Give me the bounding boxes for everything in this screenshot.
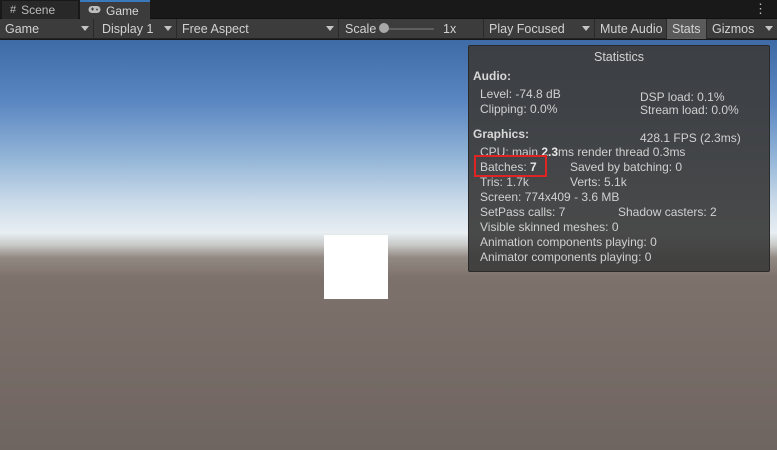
- audio-clipping: Clipping: 0.0%: [480, 102, 558, 116]
- fps-readout: 428.1 FPS (2.3ms): [640, 131, 741, 145]
- game-toolbar: Game Display 1 Free Aspect Scale 1x Play…: [0, 19, 777, 39]
- stream-load: Stream load: 0.0%: [640, 103, 739, 117]
- stats-toggle[interactable]: Stats: [667, 19, 707, 39]
- mute-audio-label: Mute Audio: [600, 22, 663, 36]
- stats-toggle-label: Stats: [672, 22, 701, 36]
- chevron-down-icon: [326, 26, 334, 31]
- scale-slider-handle[interactable]: [379, 23, 389, 33]
- setpass-stat: SetPass calls: 7: [480, 205, 566, 219]
- display-label: Display 1: [102, 22, 154, 36]
- play-mode-dropdown[interactable]: Play Focused: [484, 19, 595, 39]
- tab-game-label: Game: [106, 3, 139, 18]
- audio-level: Level: -74.8 dB: [480, 87, 561, 101]
- gizmos-dropdown[interactable]: Gizmos: [707, 19, 777, 39]
- audio-header: Audio:: [473, 69, 511, 83]
- verts-stat: Verts: 5.1k: [570, 175, 627, 189]
- tab-scene[interactable]: # Scene: [2, 1, 78, 19]
- tab-bar: # Scene Game ⋮: [0, 0, 777, 19]
- skinned-meshes-stat: Visible skinned meshes: 0: [480, 220, 619, 234]
- batches-highlight-box: [474, 155, 547, 177]
- tab-scene-label: Scene: [21, 3, 56, 17]
- saved-by-batching: Saved by batching: 0: [570, 160, 683, 174]
- scale-slider-track[interactable]: [384, 28, 434, 30]
- play-mode-label: Play Focused: [489, 22, 565, 36]
- aspect-dropdown[interactable]: Free Aspect: [177, 19, 339, 39]
- chevron-down-icon: [765, 26, 773, 31]
- aspect-label: Free Aspect: [182, 22, 249, 36]
- animator-components-stat: Animator components playing: 0: [480, 250, 652, 264]
- dsp-load: DSP load: 0.1%: [640, 90, 725, 104]
- chevron-down-icon: [81, 26, 89, 31]
- animation-components-stat: Animation components playing: 0: [480, 235, 657, 249]
- more-options-icon[interactable]: ⋮: [754, 2, 767, 16]
- view-mode-label: Game: [5, 22, 40, 36]
- scale-label: Scale: [345, 22, 377, 36]
- gizmos-label: Gizmos: [712, 22, 755, 36]
- screen-stat: Screen: 774x409 - 3.6 MB: [480, 190, 620, 204]
- chevron-down-icon: [582, 26, 590, 31]
- view-mode-dropdown[interactable]: Game: [0, 19, 94, 39]
- grid-icon: #: [10, 4, 17, 16]
- cpu-suffix: ms render thread 0.3ms: [558, 145, 686, 159]
- scale-value: 1x: [443, 22, 457, 36]
- shadow-casters-stat: Shadow casters: 2: [618, 205, 717, 219]
- white-cube: [324, 235, 388, 299]
- scale-control: Scale 1x: [340, 19, 484, 39]
- display-dropdown[interactable]: Display 1: [97, 19, 177, 39]
- tab-game[interactable]: Game: [80, 0, 150, 19]
- tris-stat: Tris: 1.7k: [480, 175, 529, 189]
- chevron-down-icon: [164, 26, 172, 31]
- gamepad-icon: [88, 5, 101, 17]
- graphics-header: Graphics:: [473, 127, 530, 141]
- mute-audio-toggle[interactable]: Mute Audio: [595, 19, 667, 39]
- statistics-title: Statistics: [593, 50, 644, 64]
